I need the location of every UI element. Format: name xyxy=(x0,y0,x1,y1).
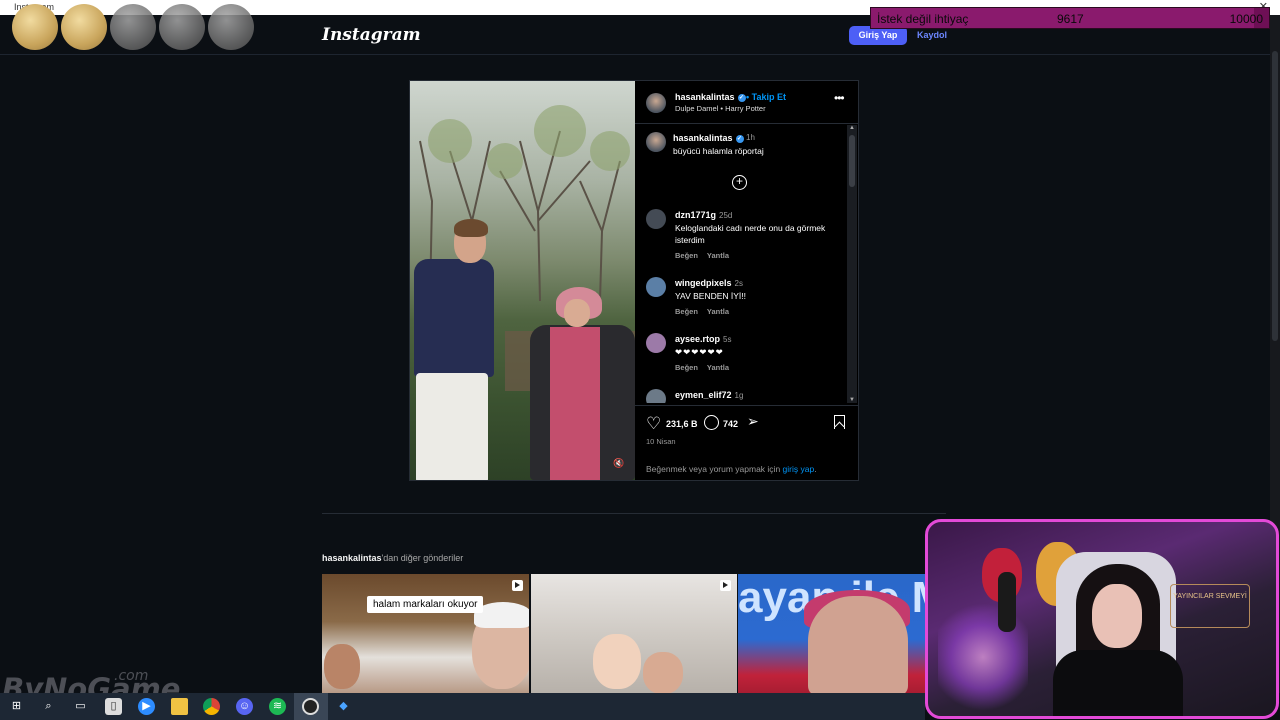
file-icon[interactable]: ▯ xyxy=(105,698,122,715)
mute-icon[interactable]: 🔇 xyxy=(613,458,627,470)
verified-badge-icon: ✓ xyxy=(735,135,744,143)
more-posts-username[interactable]: hasankalintas xyxy=(322,553,382,563)
comment-bubble-icon[interactable] xyxy=(704,415,719,430)
comment-text: Keloglandaki cadı nerde onu da görmek is… xyxy=(675,223,826,245)
task-view-icon[interactable]: ▭ xyxy=(72,698,89,715)
woman-figure xyxy=(520,287,635,480)
reply-button[interactable]: Yantla xyxy=(707,363,729,372)
commenter-avatar[interactable] xyxy=(646,389,666,403)
search-icon[interactable]: ⌕ xyxy=(40,698,57,715)
share-send-icon[interactable]: ➢ xyxy=(747,413,759,430)
discord-icon[interactable]: ☺ xyxy=(236,698,253,715)
comment-actions: Beğen Yantla xyxy=(675,307,729,316)
post-sidebar: hasankalintas ✓ • Takip Et Dulpe Damel • … xyxy=(635,81,858,480)
chrome-icon[interactable] xyxy=(203,698,220,715)
music-info[interactable]: Dulpe Damel • Harry Potter xyxy=(675,104,766,113)
donation-goal: 10000 xyxy=(1229,12,1263,26)
obs-icon[interactable] xyxy=(302,698,319,715)
like-count: 231,6 B xyxy=(666,419,698,429)
page-scrollbar-thumb[interactable] xyxy=(1272,51,1278,341)
comment-actions: Beğen Yantla xyxy=(675,363,729,372)
more-post-thumbnail[interactable]: halam markaları okuyor xyxy=(322,574,529,693)
comments-scrollbar-thumb[interactable] xyxy=(849,135,855,187)
webcam-overlay: YAYINCILAR SEVMEYİ xyxy=(925,519,1279,719)
more-post-thumbnail[interactable]: ayan ile Masada xyxy=(738,574,925,693)
instagram-logo[interactable]: Instagram xyxy=(322,25,421,45)
thumbnail-caption: halam markaları okuyor xyxy=(367,596,484,613)
scroll-up-icon[interactable]: ▲ xyxy=(849,125,855,131)
more-horizontal-icon[interactable]: ••• xyxy=(834,91,845,105)
post-header: hasankalintas ✓ • Takip Et Dulpe Damel • … xyxy=(635,81,858,124)
comment-username[interactable]: dzn1771g 25d xyxy=(675,210,732,220)
comment-item: dzn1771g 25d Keloglandaki cadı nerde onu … xyxy=(635,209,845,265)
caption: hasankalintas ✓ 1h büyücü halamla röporta… xyxy=(635,125,845,165)
like-heart-icon[interactable]: ♡ xyxy=(646,414,661,434)
reply-button[interactable]: Yantla xyxy=(707,307,729,316)
file-explorer-icon[interactable] xyxy=(171,698,188,715)
follow-button[interactable]: • Takip Et xyxy=(746,92,786,102)
comment-item: eymen_elif72 1g xyxy=(635,389,845,403)
reel-icon xyxy=(720,580,731,591)
caption-username[interactable]: hasankalintas ✓ xyxy=(673,133,744,143)
more-posts-title: hasankalintas'dan diğer gönderiler xyxy=(322,553,464,563)
neon-sign: YAYINCILAR SEVMEYİ xyxy=(1170,584,1250,628)
scroll-down-icon[interactable]: ▼ xyxy=(849,397,855,403)
reel-icon xyxy=(512,580,523,591)
comment-item: aysee.rtop 5s ❤❤❤❤❤❤ Beğen Yantla xyxy=(635,333,845,389)
more-post-thumbnail[interactable] xyxy=(531,574,737,693)
comment-username[interactable]: wingedpixels 2s xyxy=(675,278,743,288)
commenter-avatar[interactable] xyxy=(646,277,666,297)
man-figure xyxy=(414,219,494,480)
zoom-icon[interactable]: ▶ xyxy=(138,698,155,715)
comment-username[interactable]: eymen_elif72 1g xyxy=(675,390,743,400)
bookmark-icon[interactable] xyxy=(834,415,845,429)
commenter-avatar[interactable] xyxy=(646,209,666,229)
screen: Instagram ✕ Instagram Giriş Yap Kaydol İ… xyxy=(0,0,1280,720)
comment-count: 742 xyxy=(723,419,739,429)
like-comment-button[interactable]: Beğen xyxy=(675,363,698,372)
comments-scrollbar[interactable]: ▲ ▼ xyxy=(847,125,857,403)
app-diamond-icon[interactable]: ◆ xyxy=(335,698,352,715)
microphone-icon xyxy=(998,572,1016,632)
comment-actions: Beğen Yantla xyxy=(675,251,729,260)
reply-button[interactable]: Yantla xyxy=(707,251,729,260)
taskbar: ⊞ ⌕ ▭ ▯ ▶ ☺ ≋ ◆ xyxy=(0,693,925,720)
commenter-avatar[interactable] xyxy=(646,333,666,353)
post-card: 🔇 hasankalintas ✓ • Takip Et Dulpe Damel … xyxy=(409,80,859,481)
post-date: 10 Nisan xyxy=(646,437,676,446)
donation-goal-bar: İstek değil ihtiyaç 9617 10000 xyxy=(870,7,1270,29)
like-comment-button[interactable]: Beğen xyxy=(675,251,698,260)
load-more-comments-icon[interactable]: + xyxy=(732,175,747,190)
like-comment-button[interactable]: Beğen xyxy=(675,307,698,316)
comment-text: ❤❤❤❤❤❤ xyxy=(675,347,724,357)
verified-badge-icon: ✓ xyxy=(737,94,746,102)
section-divider xyxy=(322,513,946,514)
comment-username[interactable]: aysee.rtop 5s xyxy=(675,334,731,344)
streamer-face xyxy=(1092,584,1142,648)
login-prompt: Beğenmek veya yorum yapmak için giriş ya… xyxy=(646,464,817,474)
login-link[interactable]: giriş yap xyxy=(783,464,815,474)
spotify-icon[interactable]: ≋ xyxy=(269,698,286,715)
signup-link[interactable]: Kaydol xyxy=(917,30,947,40)
caption-text: büyücü halamla röportaj xyxy=(673,146,764,156)
donation-label: İstek değil ihtiyaç xyxy=(877,12,969,26)
comment-item: wingedpixels 2s YAV BENDEN İYİ!! Beğen Yan… xyxy=(635,277,845,333)
windows-start-icon[interactable]: ⊞ xyxy=(8,698,25,715)
caption-time: 1h xyxy=(746,133,755,142)
donation-current: 9617 xyxy=(1057,12,1084,26)
author-avatar[interactable] xyxy=(646,132,666,152)
author-username[interactable]: hasankalintas ✓ xyxy=(675,92,746,102)
comments-list[interactable]: hasankalintas ✓ 1h büyücü halamla röporta… xyxy=(635,125,845,403)
author-avatar[interactable] xyxy=(646,93,666,113)
post-actions: ♡ 231,6 B 742 ➢ 10 Nisan Beğenmek veya y… xyxy=(635,405,858,480)
post-video[interactable]: 🔇 xyxy=(410,81,635,480)
comment-text: YAV BENDEN İYİ!! xyxy=(675,291,747,301)
